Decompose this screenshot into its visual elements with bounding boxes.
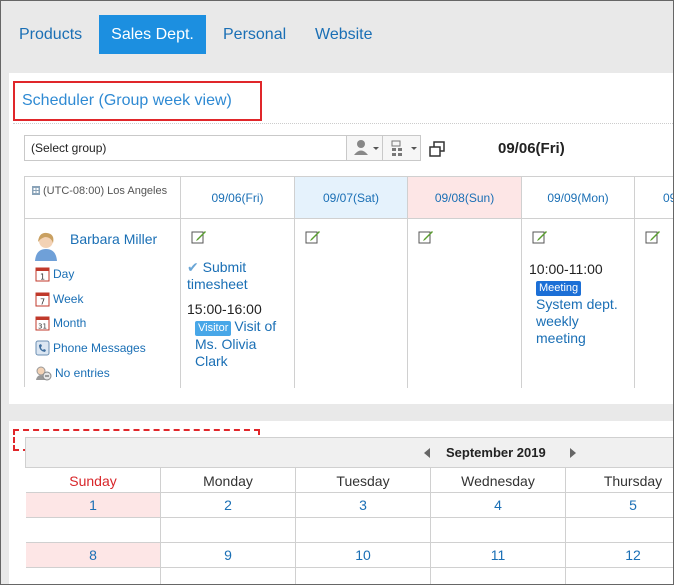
month-view-label: Month [53, 316, 87, 330]
week-view-link[interactable]: 7 Week [35, 290, 83, 308]
calendar-day-body[interactable] [296, 568, 431, 584]
group-select[interactable]: (Select group) [24, 135, 347, 161]
month-view-link[interactable]: 31 Month [35, 314, 86, 332]
org-select-button[interactable] [382, 135, 421, 161]
timezone-label: (UTC-08:00) Los Angeles [43, 185, 168, 197]
appointment-time: 15:00-16:00 [187, 301, 262, 317]
phone-messages-label: Phone Messages [53, 341, 146, 355]
title-divider [13, 123, 673, 124]
calendar-date[interactable]: 2 [161, 493, 296, 518]
day-column-sun: 09/08(Sun) [408, 177, 522, 388]
weekday-header-thursday: Thursday [566, 467, 673, 493]
no-entries-label: No entries [55, 366, 110, 380]
day-column-fri: 09/06(Fri) ✔ Submit timesheet 15:00-16:0… [181, 177, 295, 388]
space-tab-bar: Products Sales Dept. Personal Website [1, 1, 673, 73]
edit-icon[interactable] [532, 229, 548, 245]
calendar-day-body[interactable] [566, 568, 673, 584]
popup-window-icon[interactable] [429, 141, 445, 157]
weekday-header-wednesday: Wednesday [431, 467, 566, 493]
app-frame: Products Sales Dept. Personal Website Sc… [0, 0, 674, 585]
calendar-date[interactable]: 9 [161, 543, 296, 568]
previous-month-icon[interactable] [424, 448, 430, 458]
presence-status-icon [36, 366, 52, 381]
calendar-day-body[interactable] [431, 568, 566, 584]
week-view-label: Week [53, 292, 84, 306]
calendar-day-body[interactable] [161, 568, 296, 584]
next-month-icon[interactable] [570, 448, 576, 458]
svg-text:7: 7 [40, 298, 45, 307]
todo-entry[interactable]: ✔ Submit timesheet [187, 259, 292, 293]
phone-icon [35, 340, 50, 356]
user-select-button[interactable] [346, 135, 383, 161]
appointment-title: System dept. weekly meeting [536, 296, 618, 346]
svg-text:1: 1 [40, 273, 45, 282]
month-calendar-panel: September 2019 Sunday Monday Tuesday Wed… [9, 421, 673, 584]
calendar-date[interactable]: 8 [26, 543, 161, 568]
timezone-header: (UTC-08:00) Los Angeles [25, 177, 180, 219]
building-icon [32, 186, 40, 195]
meeting-badge: Meeting [536, 281, 582, 296]
user-name-link[interactable]: Barbara Miller [70, 231, 157, 247]
calendar-date[interactable]: 3 [296, 493, 431, 518]
checkmark-icon: ✔ [187, 259, 199, 275]
day-header-mon[interactable]: 09/09(Mon) [522, 177, 634, 219]
calendar-month-icon: 31 [35, 316, 50, 331]
calendar-date[interactable]: 1 [26, 493, 161, 518]
edit-icon[interactable] [418, 229, 434, 245]
appointment-mon[interactable]: 10:00-11:00 Meeting System dept. weekly m… [529, 261, 632, 347]
calendar-week-icon: 7 [35, 292, 50, 307]
phone-messages-link[interactable]: Phone Messages [35, 339, 146, 357]
day-view-link[interactable]: 1 Day [35, 265, 74, 283]
calendar-date[interactable]: 10 [296, 543, 431, 568]
day-view-label: Day [53, 267, 75, 281]
month-label: September 2019 [446, 445, 546, 460]
edit-icon[interactable] [191, 229, 207, 245]
calendar-date[interactable]: 11 [431, 543, 566, 568]
month-navigation: September 2019 [25, 437, 673, 468]
scheduler-panel: Scheduler (Group week view) (Select grou… [9, 73, 673, 404]
calendar-date[interactable]: 12 [566, 543, 673, 568]
calendar-day-icon: 1 [35, 267, 50, 282]
person-icon [354, 140, 379, 155]
calendar-day-body[interactable] [26, 518, 161, 543]
weekday-header-monday: Monday [161, 467, 296, 493]
day-column-tue: 09/ [635, 177, 673, 388]
tab-personal[interactable]: Personal [211, 15, 298, 54]
calendar-day-body[interactable] [566, 518, 673, 543]
user-column: (UTC-08:00) Los Angeles Barbara Miller 1… [25, 177, 181, 388]
avatar [35, 232, 57, 261]
visitor-badge: Visitor [195, 321, 232, 336]
calendar-date[interactable]: 5 [566, 493, 673, 518]
calendar-date[interactable]: 4 [431, 493, 566, 518]
svg-text:31: 31 [38, 323, 47, 331]
day-header-tue[interactable]: 09/ [635, 177, 673, 219]
weekday-header-tuesday: Tuesday [296, 467, 431, 493]
day-column-sat: 09/07(Sat) [295, 177, 408, 388]
calendar-day-body[interactable] [161, 518, 296, 543]
org-chart-icon [391, 140, 417, 156]
calendar-day-body[interactable] [26, 568, 161, 584]
no-entries-link[interactable]: No entries [35, 364, 110, 382]
day-column-mon: 09/09(Mon) 10:00-11:00 Meeting System dep… [522, 177, 635, 388]
calendar-day-body[interactable] [296, 518, 431, 543]
edit-icon[interactable] [645, 229, 661, 245]
group-week-grid: (UTC-08:00) Los Angeles Barbara Miller 1… [24, 176, 673, 388]
day-header-sat[interactable]: 09/07(Sat) [295, 177, 407, 219]
scheduler-title[interactable]: Scheduler (Group week view) [22, 92, 232, 110]
tab-products[interactable]: Products [7, 15, 94, 54]
tab-website[interactable]: Website [303, 15, 385, 54]
appointment-time: 10:00-11:00 [529, 261, 603, 277]
weekday-header-sunday: Sunday [26, 467, 161, 493]
current-date: 09/06(Fri) [498, 140, 565, 157]
tab-sales-dept[interactable]: Sales Dept. [99, 15, 206, 54]
day-header-fri[interactable]: 09/06(Fri) [181, 177, 294, 219]
day-header-sun[interactable]: 09/08(Sun) [408, 177, 521, 219]
edit-icon[interactable] [305, 229, 321, 245]
calendar-day-body[interactable] [431, 518, 566, 543]
appointment-fri[interactable]: 15:00-16:00 Visitor Visit of Ms. Olivia C… [187, 301, 292, 370]
